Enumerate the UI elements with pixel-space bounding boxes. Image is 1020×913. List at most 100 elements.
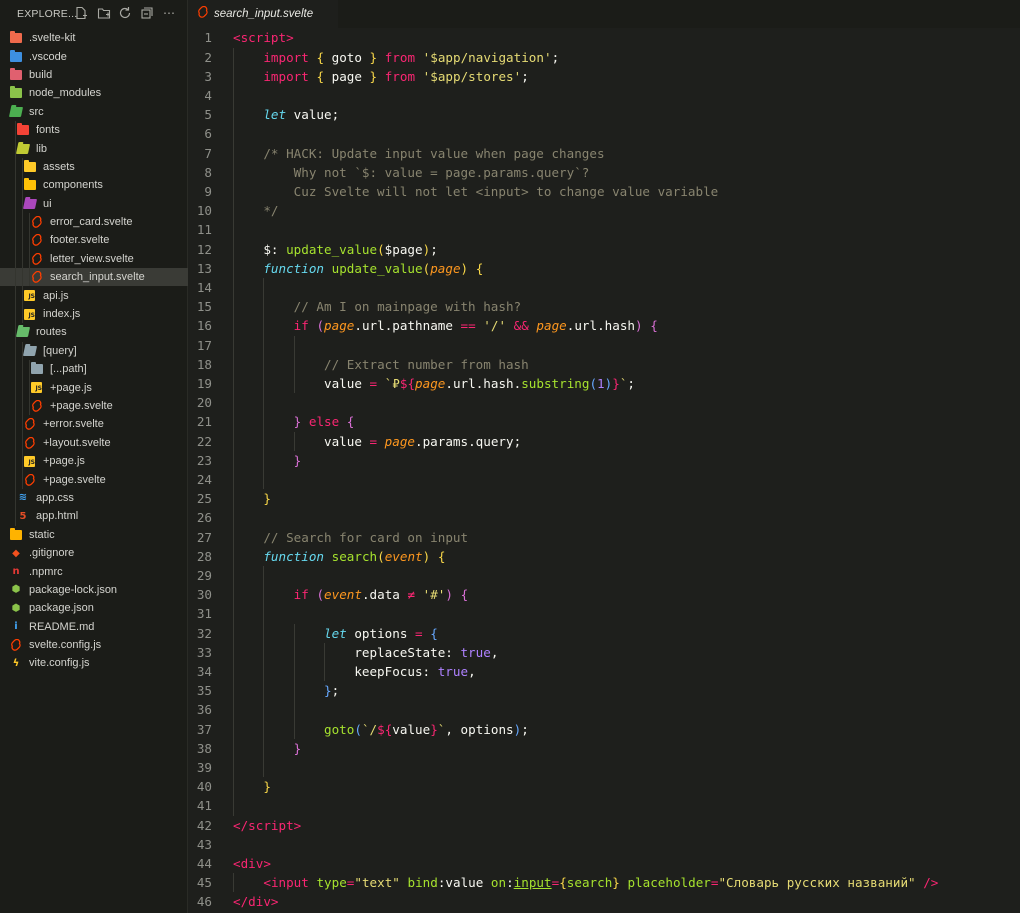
code-token: /> [923,875,939,891]
explorer-item-label: README.md [29,620,95,633]
explorer-item-label: .gitignore [29,547,75,560]
collapse-all-icon[interactable] [140,6,154,20]
explorer-item[interactable]: error_card.svelte [0,212,188,232]
explorer-item[interactable]: i README.md [0,618,188,636]
indent-guide [15,507,16,526]
tab-bar: search_input.svelte [188,0,1020,28]
indent-guide [22,157,23,177]
new-file-icon[interactable] [74,6,88,20]
explorer-item[interactable]: ϟ vite.config.js [0,654,188,672]
indent-guide [15,378,16,397]
explorer-item-label: index.js [43,308,81,321]
line-number: 41 [196,798,212,814]
line-number: 17 [196,337,212,353]
explorer-item[interactable]: JS api.js [0,286,188,305]
explorer-item-label: node_modules [29,87,102,100]
more-actions-icon[interactable]: ⋯ [162,6,176,20]
tab-search-input-svelte[interactable]: search_input.svelte [188,0,338,28]
indent-guide [15,268,16,287]
code-token: .url.hash. [445,376,522,391]
code-token: ; [331,683,340,699]
explorer-item[interactable]: ◆ .gitignore [0,544,188,562]
explorer-item[interactable]: ui [0,194,188,213]
explorer-item[interactable]: +layout.svelte [0,433,188,452]
line-number: 21 [196,414,212,430]
code-token: page [536,318,567,334]
code-token: value; [286,107,340,123]
explorer-item-label: static [29,528,55,541]
new-folder-icon[interactable] [97,6,111,20]
line-number: 26 [196,510,212,526]
line-number: 37 [196,721,212,737]
code-token: } [324,683,332,699]
code-line: } [233,451,302,470]
indent-guide [15,249,16,269]
svelte-file-icon [25,473,35,486]
code-token: // Extract number from hash [324,356,529,372]
explorer-item[interactable]: letter_view.svelte [0,249,188,269]
explorer-item[interactable]: [query] [0,341,188,361]
explorer-item[interactable]: routes [0,323,188,342]
explorer-item[interactable]: +page.svelte [0,470,188,489]
code-token: } [612,875,620,891]
explorer-item-label: .npmrc [29,565,63,578]
code-line: // Am I on mainpage with hash? [233,297,521,316]
explorer-item[interactable]: +error.svelte [0,415,188,434]
explorer-item[interactable]: svelte.config.js [0,636,188,654]
indent-guide [15,396,16,416]
explorer-item[interactable]: .vscode [0,47,188,65]
refresh-icon[interactable] [118,6,132,20]
explorer-item[interactable]: src [0,103,188,121]
indent-guide [22,396,23,416]
explorer-item[interactable]: static [0,526,188,544]
code-line: } else { [233,412,355,431]
explorer-item[interactable]: +page.svelte [0,396,188,416]
code-line: import { goto } from '$app/navigation'; [233,48,559,67]
code-line: /* HACK: Update input value when page ch… [233,144,604,163]
code-token: function [263,260,325,276]
line-number: 34 [196,664,212,679]
js-file-icon: JS [24,455,35,467]
indent-guide [22,360,23,379]
explorer-item[interactable]: build [0,66,188,84]
explorer-item[interactable]: JS index.js [0,304,188,324]
explorer-item[interactable]: [...path] [0,360,188,379]
explorer-item[interactable]: JS +page.js [0,451,188,471]
explorer-item[interactable]: n .npmrc [0,562,188,580]
explorer-item-label: error_card.svelte [50,216,133,229]
code-editor[interactable]: 1 <script> 2 import { goto } from '$app/na… [188,28,1020,913]
line-number: 29 [196,568,212,583]
explorer-item[interactable]: assets [0,157,188,177]
code-token: :value [437,875,491,891]
explorer-item[interactable]: .svelte-kit [0,29,188,47]
code-token: import [263,49,309,65]
line-number: 10 [196,203,212,219]
code-token: && [513,318,529,334]
line-number: 6 [204,126,212,142]
line-number: 42 [196,817,212,833]
code-token: true [460,644,491,660]
code-token: ( [377,548,385,564]
indent-guide [15,451,16,471]
folder-icon [10,49,22,62]
code-token: substring [521,376,590,391]
explorer-item-label: package.json [29,602,94,615]
line-number: 32 [196,625,212,641]
code-token: = [369,433,378,449]
explorer-item[interactable]: search_input.svelte [0,268,188,287]
explorer-item[interactable]: node_modules [0,84,188,102]
explorer-item[interactable]: footer.svelte [0,231,188,250]
explorer-item[interactable]: 5 app.html [0,507,188,526]
explorer-item[interactable]: ≋ app.css [0,488,188,508]
explorer-item[interactable]: JS +page.js [0,378,188,397]
explorer-item[interactable]: ⬢ package.json [0,599,188,617]
explorer-item[interactable]: components [0,176,188,195]
explorer-item[interactable]: fonts [0,120,188,140]
explorer-item[interactable]: ⬢ package-lock.json [0,581,188,599]
code-token: .data [361,587,408,603]
explorer-item[interactable]: lib [0,139,188,158]
